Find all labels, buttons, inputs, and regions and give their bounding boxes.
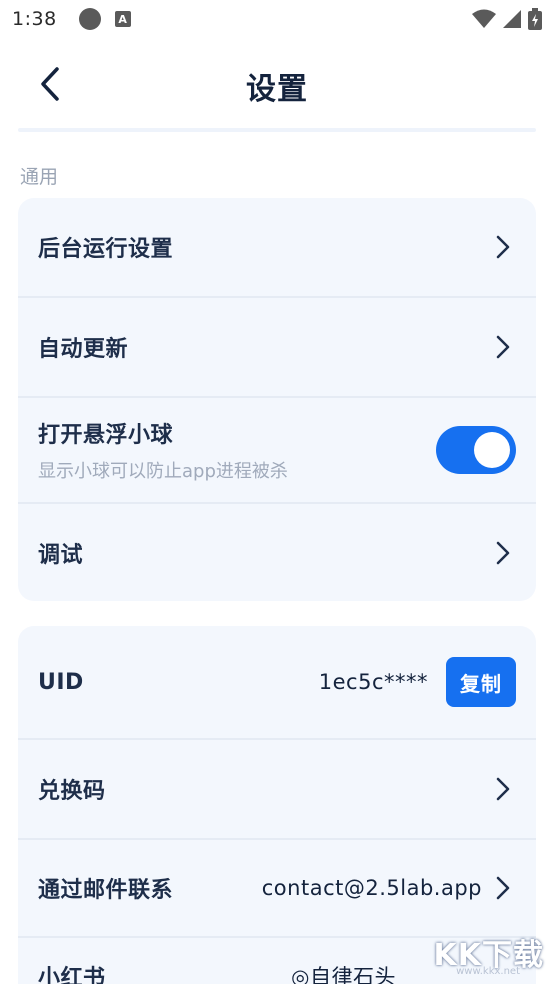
page-title: 设置	[246, 72, 308, 107]
battery-icon	[528, 8, 542, 30]
uid-row: UID 1ec5c**** 复制	[18, 626, 536, 738]
floating-ball-sub: 显示小球可以防止app进程被杀	[38, 461, 288, 482]
watermark-url: www.kkx.net	[456, 966, 520, 977]
floating-ball-text: 打开悬浮小球 显示小球可以防止app进程被杀	[38, 417, 288, 483]
notification-dot-icon	[78, 8, 101, 30]
xiaohongshu-label: 小红书	[38, 966, 106, 984]
header-divider	[18, 128, 536, 132]
email-contact-label: 通过邮件联系	[38, 878, 174, 903]
toggle-knob	[474, 432, 510, 468]
header: 设置	[0, 50, 554, 120]
auto-update-row[interactable]: 自动更新	[18, 298, 536, 396]
redeem-code-label: 兑换码	[38, 779, 106, 804]
signal-icon	[503, 10, 521, 28]
debug-row[interactable]: 调试	[18, 504, 536, 601]
app-notification-icon: A	[114, 11, 131, 27]
wifi-icon	[472, 9, 496, 28]
chevron-right-icon	[490, 232, 516, 262]
chevron-right-icon	[490, 332, 516, 362]
chevron-right-icon	[490, 774, 516, 804]
section-label-general: 通用	[20, 166, 59, 188]
general-settings-card: 后台运行设置 自动更新 打开悬浮小球 显示小球可以防止app进程被杀 调试	[18, 198, 536, 601]
auto-update-label: 自动更新	[38, 337, 129, 362]
email-contact-row[interactable]: 通过邮件联系 contact@2.5lab.app	[18, 840, 536, 936]
floating-ball-label: 打开悬浮小球	[38, 423, 174, 448]
chevron-right-icon	[490, 873, 516, 903]
status-icons	[472, 8, 542, 30]
floating-ball-row: 打开悬浮小球 显示小球可以防止app进程被杀	[18, 398, 536, 502]
background-run-row[interactable]: 后台运行设置	[18, 198, 536, 296]
redeem-code-row[interactable]: 兑换码	[18, 740, 536, 838]
copy-uid-button[interactable]: 复制	[446, 657, 516, 707]
chevron-right-icon	[490, 538, 516, 568]
status-time: 1:38	[12, 8, 57, 30]
watermark: KK下载 www.kkx.net	[418, 926, 548, 984]
email-value-group: contact@2.5lab.app	[262, 873, 516, 903]
debug-label: 调试	[38, 542, 84, 568]
email-value: contact@2.5lab.app	[261, 876, 482, 900]
status-bar: 1:38 A	[0, 0, 554, 38]
uid-value: 1ec5c****	[318, 670, 428, 694]
xiaohongshu-value: ◎自律石头	[291, 965, 396, 984]
uid-label: UID	[38, 669, 84, 695]
floating-ball-toggle[interactable]	[436, 426, 516, 474]
background-run-label: 后台运行设置	[38, 237, 174, 262]
